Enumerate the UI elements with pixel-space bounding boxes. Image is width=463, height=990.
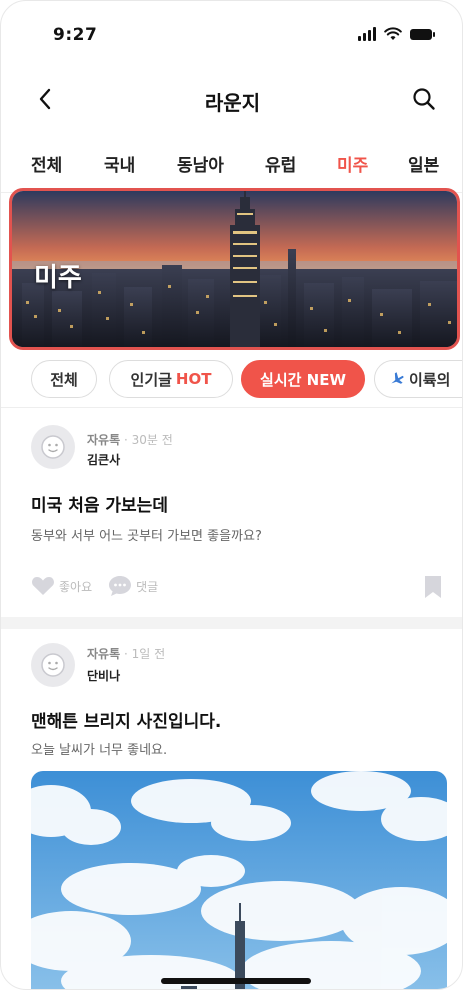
tab-americas[interactable]: 미주 <box>337 151 368 176</box>
wifi-icon <box>384 27 402 40</box>
phone-screen: 9:27 라운지 전체 국내 동남아 유럽 미주 일본 미주 전체 인기글 HO… <box>0 0 463 990</box>
post-actions: 좋아요 댓글 <box>31 575 158 597</box>
post-time: · 30분 전 <box>123 433 173 447</box>
chip-all-label: 전체 <box>50 370 78 389</box>
airplane-icon <box>391 372 404 384</box>
home-indicator <box>161 978 311 984</box>
tab-southeast-asia[interactable]: 동남아 <box>177 151 224 176</box>
chip-takeoff-label: 이륙의 <box>409 370 451 389</box>
search-button[interactable] <box>408 83 440 115</box>
post-photo[interactable] <box>31 771 447 989</box>
status-bar: 9:27 <box>1 1 462 71</box>
search-icon <box>413 88 435 110</box>
post-meta: 자유톡 · 1일 전 <box>87 645 165 662</box>
chip-popular[interactable]: 인기글 HOT <box>109 360 233 398</box>
avatar <box>31 425 75 469</box>
post-author: 김큰사 <box>87 453 121 467</box>
avatar <box>31 643 75 687</box>
chip-all[interactable]: 전체 <box>31 360 97 398</box>
post-body: 동부와 서부 어느 곳부터 가보면 좋을까요? <box>31 529 262 544</box>
like-label: 좋아요 <box>59 579 93 594</box>
like-button[interactable]: 좋아요 <box>31 576 92 596</box>
hot-badge: HOT <box>175 370 212 388</box>
banner-label: 미주 <box>34 263 82 293</box>
post-category: 자유톡 <box>87 433 121 447</box>
bookmark-icon[interactable] <box>424 575 442 599</box>
battery-icon <box>410 28 435 40</box>
nav-bar: 라운지 <box>1 77 462 123</box>
filter-chips: 전체 인기글 HOT 실시간 NEW 이륙의 <box>1 359 462 405</box>
sky-photo <box>31 771 447 989</box>
chip-realtime-label: 실시간 NEW <box>260 370 346 389</box>
post-author: 단비나 <box>87 669 121 683</box>
post-body: 오늘 날씨가 너무 좋네요. <box>31 743 168 758</box>
comment-icon <box>109 576 132 596</box>
post-category: 자유톡 <box>87 647 121 661</box>
user-icon <box>41 435 65 459</box>
comment-button[interactable]: 댓글 <box>108 575 158 597</box>
post-time: · 1일 전 <box>123 647 166 661</box>
post-card[interactable]: 자유톡 · 1일 전 단비나 맨해튼 브리지 사진입니다. 오늘 날씨가 너무 … <box>1 629 462 989</box>
tab-all[interactable]: 전체 <box>31 151 62 176</box>
page-title: 라운지 <box>204 91 261 115</box>
chip-popular-label: 인기글 <box>130 370 172 389</box>
status-icons <box>358 27 435 41</box>
chip-takeoff[interactable]: 이륙의 <box>374 360 462 398</box>
user-icon <box>41 653 65 677</box>
status-time: 9:27 <box>53 25 98 45</box>
tab-domestic[interactable]: 국내 <box>104 151 135 176</box>
post-title: 미국 처음 가보는데 <box>31 496 168 516</box>
section-divider <box>1 617 462 629</box>
comment-label: 댓글 <box>136 579 159 594</box>
chip-realtime[interactable]: 실시간 NEW <box>241 360 365 398</box>
tab-europe[interactable]: 유럽 <box>265 151 296 176</box>
post-card[interactable]: 자유톡 · 30분 전 김큰사 미국 처음 가보는데 동부와 서부 어느 곳부터… <box>1 407 462 617</box>
heart-icon <box>32 577 54 595</box>
signal-icon <box>358 27 376 41</box>
region-tabs: 전체 국내 동남아 유럽 미주 일본 <box>1 141 462 193</box>
region-banner[interactable]: 미주 <box>9 188 460 350</box>
tab-japan[interactable]: 일본 <box>408 151 439 176</box>
post-title: 맨해튼 브리지 사진입니다. <box>31 712 222 732</box>
post-meta: 자유톡 · 30분 전 <box>87 431 173 448</box>
